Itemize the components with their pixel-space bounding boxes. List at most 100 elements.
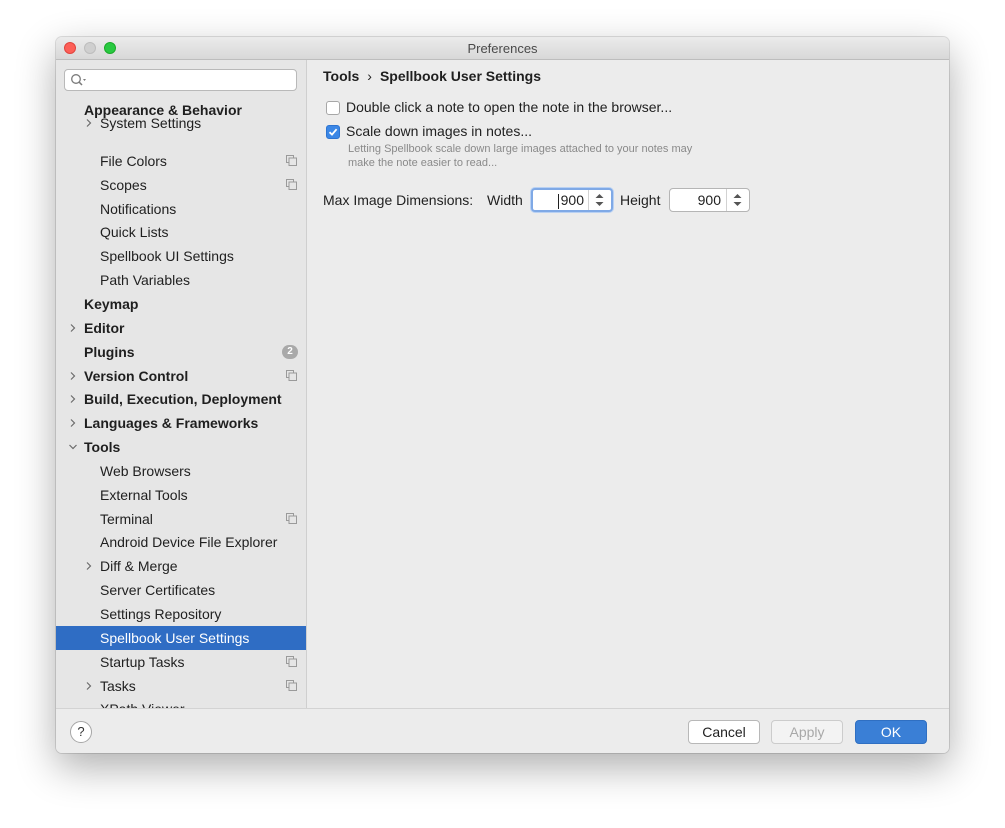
- sidebar-item-notifications[interactable]: Notifications: [56, 197, 306, 221]
- sidebar-item-label: Spellbook UI Settings: [100, 248, 234, 265]
- preferences-window: Preferences Appearance & Behavior System …: [56, 37, 949, 753]
- sidebar-item-tools[interactable]: Tools: [56, 435, 306, 459]
- project-level-icon: [286, 178, 297, 190]
- sidebar-item-settings-repository[interactable]: Settings Repository: [56, 602, 306, 626]
- sidebar-item-label: Appearance & Behavior: [84, 102, 242, 118]
- title-bar: Preferences: [56, 37, 949, 60]
- sidebar-item-label: Server Certificates: [100, 582, 216, 599]
- sidebar-item-startup-tasks[interactable]: Startup Tasks: [56, 650, 306, 674]
- sidebar-item-label: Build, Execution, Deployment: [84, 391, 282, 408]
- sidebar-item-external-tools[interactable]: External Tools: [56, 483, 306, 507]
- sidebar-item-label: Diff & Merge: [100, 558, 178, 575]
- settings-sidebar: Appearance & Behavior System Settings File…: [56, 60, 307, 708]
- settings-tree: Appearance & Behavior System Settings File…: [56, 101, 306, 708]
- checkmark-icon: [328, 128, 338, 136]
- width-value[interactable]: 900: [561, 192, 584, 208]
- sidebar-item-label: Editor: [84, 319, 125, 336]
- sidebar-item-server-certificates[interactable]: Server Certificates: [56, 578, 306, 602]
- sidebar-item-label: External Tools: [100, 486, 188, 503]
- sidebar-item-label: Startup Tasks: [100, 653, 185, 670]
- sidebar-item-appearance-behavior[interactable]: Appearance & Behavior: [56, 101, 306, 118]
- sidebar-item-xpath-viewer[interactable]: XPath Viewer: [56, 697, 306, 708]
- sidebar-item-label: Languages & Frameworks: [84, 415, 259, 432]
- height-spinner[interactable]: 900: [669, 188, 750, 212]
- window-title: Preferences: [467, 41, 538, 56]
- sidebar-item-label: XPath Viewer: [100, 697, 185, 708]
- sidebar-item-label: Web Browsers: [100, 462, 191, 479]
- scale-down-hint-line1: Letting Spellbook scale down large image…: [348, 143, 693, 155]
- sidebar-item-keymap[interactable]: Keymap: [56, 292, 306, 316]
- height-label: Height: [620, 192, 661, 208]
- chevron-right-icon[interactable]: [84, 681, 94, 691]
- project-level-icon: [286, 679, 297, 691]
- chevron-right-icon[interactable]: [68, 371, 78, 381]
- project-level-icon: [286, 369, 297, 381]
- sidebar-item-label: Spellbook User Settings: [100, 629, 250, 646]
- help-button[interactable]: ?: [70, 721, 92, 743]
- search-input[interactable]: [64, 69, 297, 91]
- sidebar-item-label: Path Variables: [100, 272, 191, 289]
- text-caret: [558, 194, 559, 209]
- sidebar-item-label: Terminal: [100, 510, 153, 527]
- sidebar-item-tasks[interactable]: Tasks: [56, 674, 306, 698]
- breadcrumb-parent: Tools: [323, 68, 360, 84]
- sidebar-item-languages-frameworks[interactable]: Languages & Frameworks: [56, 411, 306, 435]
- project-level-icon: [286, 512, 297, 524]
- sidebar-item-spellbook-user-settings[interactable]: Spellbook User Settings: [56, 625, 306, 650]
- width-label: Width: [487, 192, 523, 208]
- open-in-browser-checkbox[interactable]: [326, 101, 340, 115]
- stepper-arrows-icon[interactable]: [727, 189, 748, 211]
- sidebar-item-path-variables[interactable]: Path Variables: [56, 268, 306, 292]
- sidebar-item-web-browsers[interactable]: Web Browsers: [56, 459, 306, 483]
- chevron-right-icon[interactable]: [84, 561, 94, 571]
- apply-button[interactable]: Apply: [771, 720, 843, 744]
- open-in-browser-label[interactable]: Double click a note to open the note in …: [346, 99, 672, 115]
- scale-down-checkbox[interactable]: [326, 125, 340, 139]
- cancel-button[interactable]: Cancel: [688, 720, 760, 744]
- sidebar-item-label: Plugins: [84, 343, 135, 360]
- sidebar-item-label: Scopes: [100, 176, 147, 193]
- sidebar-item-version-control[interactable]: Version Control: [56, 364, 306, 388]
- chevron-right-icon[interactable]: [68, 394, 78, 404]
- chevron-down-icon[interactable]: [68, 442, 78, 452]
- breadcrumb-separator: ›: [367, 68, 372, 84]
- dialog-footer: ? Cancel Apply OK: [56, 708, 949, 753]
- sidebar-item-label: Tasks: [100, 677, 136, 694]
- sidebar-item-label: Settings Repository: [100, 606, 222, 622]
- sidebar-item-android-device-file-explorer[interactable]: Android Device File Explorer: [56, 530, 306, 554]
- ok-button[interactable]: OK: [855, 720, 927, 744]
- settings-content: Tools › Spellbook User Settings Double cli…: [307, 60, 949, 708]
- sidebar-item-build-execution-deployment[interactable]: Build, Execution, Deployment: [56, 387, 306, 411]
- project-level-icon: [286, 154, 297, 166]
- sidebar-item-label: File Colors: [100, 152, 167, 169]
- sidebar-item-quick-lists[interactable]: Quick Lists: [56, 220, 306, 244]
- sidebar-item-spellbook-ui-settings[interactable]: Spellbook UI Settings: [56, 244, 306, 268]
- sidebar-item-file-colors[interactable]: File Colors: [56, 149, 306, 173]
- updates-badge: 2: [282, 344, 298, 359]
- sidebar-item-label: Keymap: [84, 295, 139, 312]
- breadcrumb: Tools › Spellbook User Settings: [323, 68, 541, 84]
- sidebar-item-editor[interactable]: Editor: [56, 316, 306, 340]
- sidebar-item-label: Version Control: [84, 367, 189, 384]
- scale-down-hint-line2: make the note easier to read...: [348, 157, 498, 169]
- search-icon[interactable]: [70, 73, 88, 87]
- project-level-icon: [286, 655, 297, 667]
- sidebar-item-label: Tools: [84, 439, 121, 456]
- sidebar-item-scopes[interactable]: Scopes: [56, 173, 306, 197]
- width-stepper-arrows[interactable]: [588, 190, 611, 210]
- scale-down-label[interactable]: Scale down images in notes...: [346, 123, 532, 139]
- stepper-arrows-icon[interactable]: [589, 190, 610, 210]
- breadcrumb-current: Spellbook User Settings: [379, 68, 542, 84]
- sidebar-item-label: Android Device File Explorer: [100, 534, 278, 551]
- chevron-right-icon[interactable]: [68, 418, 78, 428]
- height-value[interactable]: 900: [698, 192, 721, 208]
- sidebar-item-label: Notifications: [100, 200, 177, 217]
- chevron-right-icon[interactable]: [68, 323, 78, 333]
- width-spinner[interactable]: 900: [531, 188, 613, 212]
- sidebar-item-plugins[interactable]: Plugins 2: [56, 340, 306, 364]
- sidebar-item-diff-merge[interactable]: Diff & Merge: [56, 554, 306, 578]
- sidebar-item-terminal[interactable]: Terminal: [56, 507, 306, 531]
- sidebar-item-label: Quick Lists: [100, 224, 169, 241]
- height-stepper-arrows[interactable]: [726, 189, 749, 211]
- max-dimensions-label: Max Image Dimensions:: [323, 192, 474, 208]
